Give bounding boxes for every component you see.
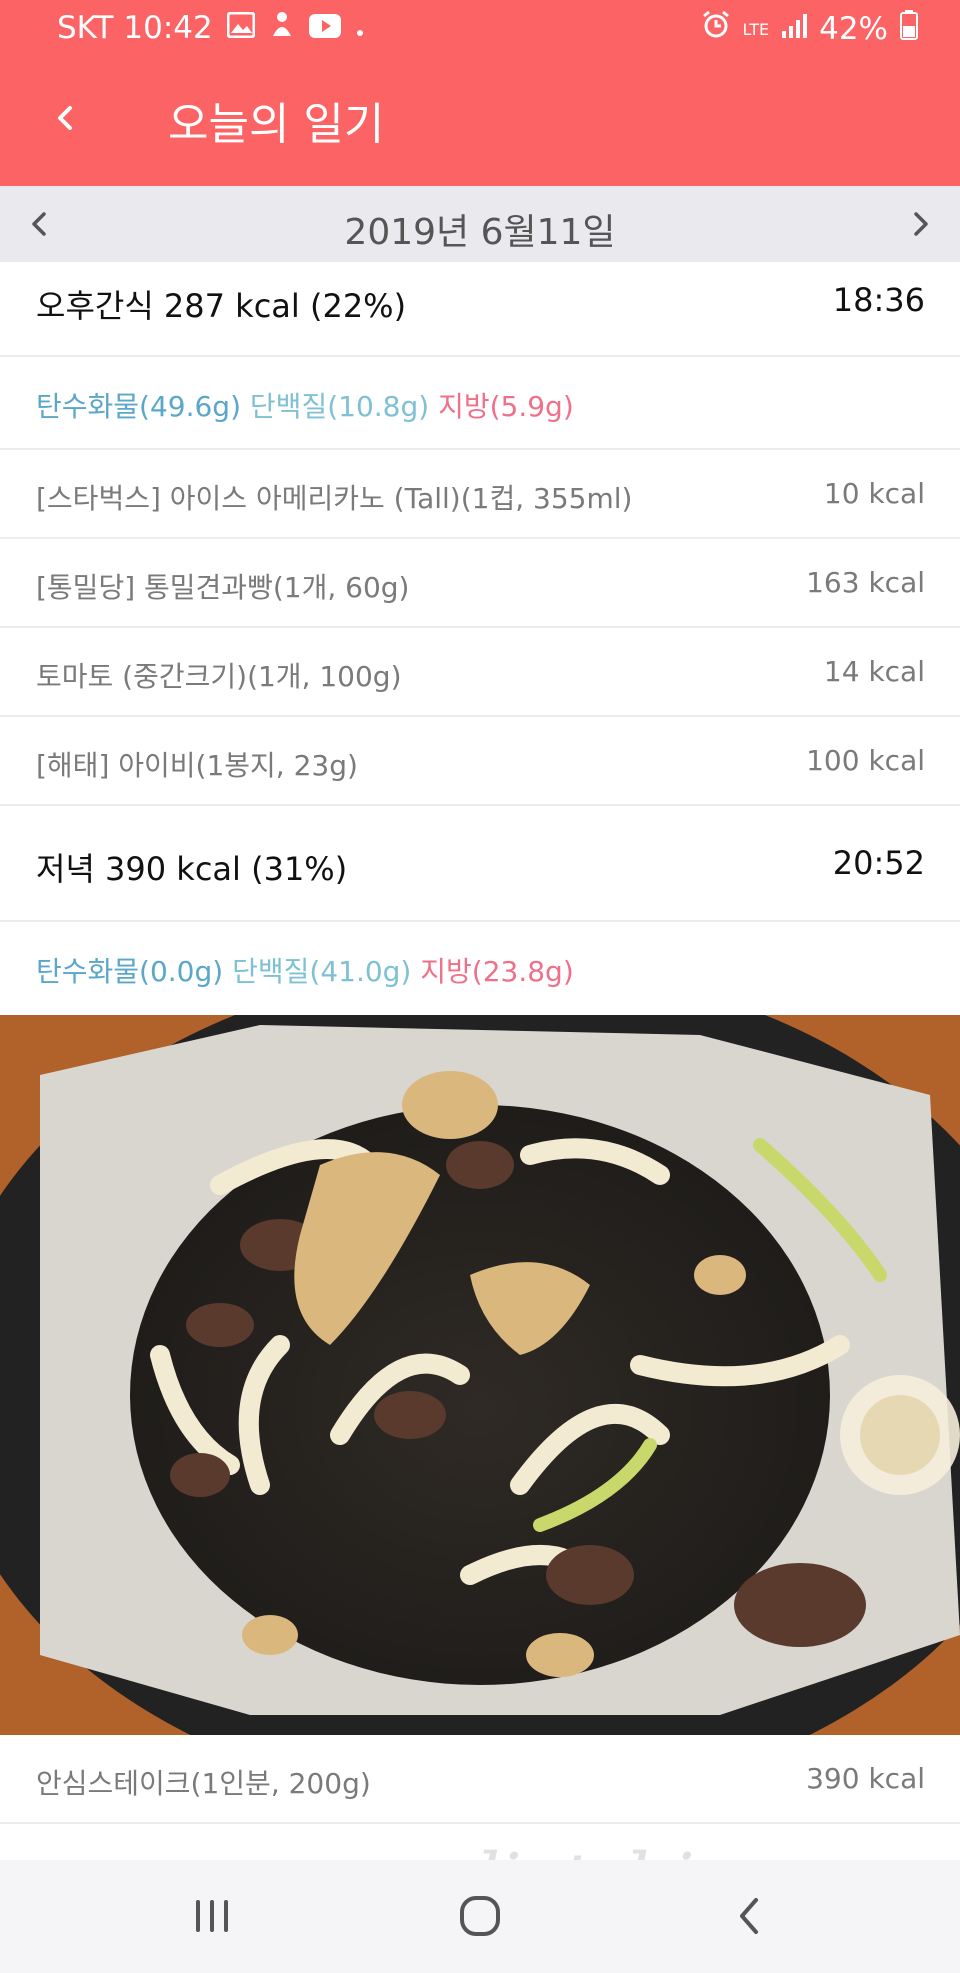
recent-apps-button[interactable]: [184, 1888, 240, 1944]
chevron-right-icon: [914, 212, 928, 236]
app-bar: 오늘의 일기: [0, 58, 960, 186]
page-title: 오늘의 일기: [168, 99, 385, 150]
chevron-left-icon: [58, 106, 72, 130]
food-kcal: 163 kcal: [806, 566, 925, 599]
food-kcal: 100 kcal: [806, 744, 925, 777]
meal-header-snack[interactable]: 오후간식 287 kcal (22%) 18:36: [0, 262, 960, 357]
recents-icon: [196, 1900, 228, 1932]
steak-with-onions-image: [0, 1015, 960, 1735]
meal-time: 20:52: [832, 844, 925, 882]
meal-title: 저녁 390 kcal (31%): [36, 850, 348, 888]
food-name: [해태] 아이비(1봉지, 23g): [36, 749, 358, 782]
more-dot-icon: [355, 10, 365, 46]
macro-line: 탄수화물(0.0g) 단백질(41.0g) 지방(23.8g): [36, 950, 574, 990]
home-icon: [460, 1896, 500, 1936]
network-type: LTE: [742, 19, 770, 39]
macro-summary-snack: 탄수화물(49.6g) 단백질(10.8g) 지방(5.9g): [0, 357, 960, 450]
food-kcal: 390 kcal: [806, 1762, 925, 1795]
fat-value: 지방(5.9g): [438, 390, 574, 423]
food-item[interactable]: [통밀당] 통밀견과빵(1개, 60g) 163 kcal: [0, 539, 960, 628]
status-bar: SKT 10:42 LTE 42%: [0, 0, 960, 58]
food-name: [통밀당] 통밀견과빵(1개, 60g): [36, 571, 410, 604]
carrier-time: SKT 10:42: [57, 10, 213, 46]
food-item[interactable]: 토마토 (중간크기)(1개, 100g) 14 kcal: [0, 628, 960, 717]
alarm-icon: [701, 10, 731, 48]
battery-icon: [900, 10, 918, 48]
protein-value: 단백질(41.0g): [232, 955, 412, 988]
macro-summary-dinner: 탄수화물(0.0g) 단백질(41.0g) 지방(23.8g): [0, 922, 960, 1015]
current-date: 2019년 6월11일: [344, 212, 616, 253]
macro-line: 탄수화물(49.6g) 단백질(10.8g) 지방(5.9g): [36, 385, 574, 425]
carb-value: 탄수화물(49.6g): [36, 390, 242, 423]
system-nav-bar: [0, 1860, 960, 1973]
back-chevron-icon: [740, 1898, 758, 1934]
meal-photo[interactable]: [0, 1015, 960, 1735]
back-button[interactable]: [44, 88, 104, 148]
system-back-button[interactable]: [722, 1888, 778, 1944]
date-bar: 2019년 6월11일: [0, 186, 960, 262]
meal-title: 오후간식 287 kcal (22%): [36, 287, 407, 325]
food-kcal: 14 kcal: [823, 655, 925, 688]
meal-header-dinner[interactable]: 저녁 390 kcal (31%) 20:52: [0, 806, 960, 922]
carb-value: 탄수화물(0.0g): [36, 955, 224, 988]
gallery-icon: [226, 10, 256, 46]
food-name: [스타벅스] 아이스 아메리카노 (Tall)(1컵, 355ml): [36, 482, 633, 515]
home-button[interactable]: [452, 1888, 508, 1944]
meal-time: 18:36: [832, 281, 925, 319]
food-name: 안심스테이크(1인분, 200g): [36, 1767, 371, 1800]
youtube-icon: [308, 10, 341, 46]
food-item[interactable]: [스타벅스] 아이스 아메리카노 (Tall)(1컵, 355ml) 10 kc…: [0, 450, 960, 539]
food-item[interactable]: 안심스테이크(1인분, 200g) 390 kcal: [0, 1735, 960, 1824]
food-kcal: 10 kcal: [823, 477, 925, 510]
food-item[interactable]: [해태] 아이비(1봉지, 23g) 100 kcal: [0, 717, 960, 806]
battery-percent: 42%: [819, 11, 888, 47]
protein-value: 단백질(10.8g): [249, 390, 430, 423]
next-day-button[interactable]: [896, 200, 944, 248]
signal-icon: [781, 11, 808, 47]
app-notification-icon: [269, 10, 295, 46]
fat-value: 지방(23.8g): [420, 955, 574, 988]
food-name: 토마토 (중간크기)(1개, 100g): [36, 660, 402, 693]
